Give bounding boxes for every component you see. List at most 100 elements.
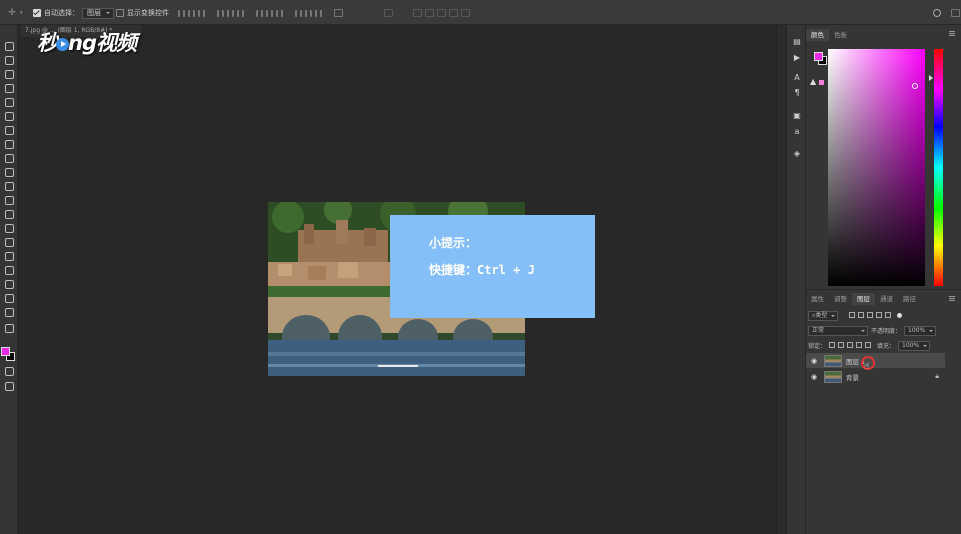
layer-row-background[interactable]: ◉ 背景 🔒︎	[806, 369, 945, 384]
healing-brush-tool-icon[interactable]	[3, 125, 14, 135]
3d-roll-icon[interactable]	[425, 9, 434, 17]
magic-wand-tool-icon[interactable]	[3, 83, 14, 93]
glyphs-panel-icon[interactable]: a	[792, 127, 802, 137]
character-panel-icon[interactable]: A	[792, 73, 802, 83]
layer-thumbnail	[824, 354, 842, 367]
search-icon[interactable]	[933, 9, 941, 17]
hue-slider[interactable]	[934, 49, 943, 286]
align-hcenter-icon[interactable]	[227, 9, 234, 17]
tab-properties[interactable]: 属性	[806, 293, 829, 305]
3d-rotate-icon[interactable]	[413, 9, 422, 17]
move-tool-icon[interactable]	[3, 41, 14, 51]
distribute-left-icon[interactable]	[295, 9, 302, 17]
layers-panel: 属性 调整 图层 通道 路径 ⌕类型 正常 不透明度： 100% 锁定： 填充：…	[806, 289, 961, 534]
brush-tool-icon[interactable]	[3, 139, 14, 149]
eyedropper-tool-icon[interactable]	[3, 111, 14, 121]
rectangle-tool-icon[interactable]	[3, 279, 14, 289]
saturation-value-picker[interactable]	[828, 49, 925, 286]
move-tool-options[interactable]: ✛ ▾	[7, 7, 23, 19]
hand-tool-icon[interactable]	[3, 293, 14, 303]
color-panel-tabs: 颜色 色板	[806, 29, 961, 41]
tab-adjustments[interactable]: 调整	[829, 293, 852, 305]
tip-overlay: 小提示： 快捷键：Ctrl + J	[390, 215, 595, 318]
path-selection-tool-icon[interactable]	[3, 265, 14, 275]
eraser-tool-icon[interactable]	[3, 181, 14, 191]
filter-adjustment-icon[interactable]	[858, 311, 865, 318]
filter-type-icon[interactable]	[867, 311, 874, 318]
panel-menu-icon[interactable]	[949, 31, 955, 36]
screen-mode-icon[interactable]	[3, 381, 14, 391]
tool-presets-icon[interactable]: ▣	[792, 111, 802, 121]
fill-input[interactable]: 100%	[898, 340, 931, 351]
color-picker-marker[interactable]	[912, 83, 918, 89]
lock-transparent-icon[interactable]	[829, 341, 836, 348]
lock-position-icon[interactable]	[847, 341, 854, 348]
quick-mask-icon[interactable]	[3, 366, 14, 376]
lock-image-icon[interactable]	[838, 341, 845, 348]
3d-panel-icon[interactable]: ◈	[792, 149, 802, 159]
lasso-tool-icon[interactable]	[3, 69, 14, 79]
filter-smart-object-icon[interactable]	[885, 311, 892, 318]
tab-layers[interactable]: 图层	[852, 293, 875, 305]
chevron-down-icon: ▾	[20, 10, 23, 16]
crop-tool-icon[interactable]	[3, 97, 14, 107]
align-left-icon[interactable]	[217, 9, 224, 17]
distribute-vcenter-icon[interactable]	[266, 9, 273, 17]
distribute-right-icon[interactable]	[315, 9, 322, 17]
layer-row-layer1[interactable]: ◉ 图层 1	[806, 353, 945, 368]
visibility-eye-icon[interactable]: ◉	[809, 357, 819, 365]
distribute-top-icon[interactable]	[256, 9, 263, 17]
gamut-warning-icon[interactable]: ▲	[810, 77, 816, 86]
filter-pixel-icon[interactable]	[849, 311, 856, 318]
type-tool-icon[interactable]	[3, 251, 14, 261]
history-brush-tool-icon[interactable]	[3, 167, 14, 177]
tab-channels[interactable]: 通道	[875, 293, 898, 305]
history-panel-icon[interactable]: ▤	[792, 37, 802, 47]
gamut-color-swatch[interactable]	[819, 80, 824, 85]
filter-toggle-icon[interactable]	[897, 313, 903, 318]
align-top-icon[interactable]	[178, 9, 185, 17]
hue-slider-handle[interactable]	[929, 75, 936, 81]
opacity-input[interactable]: 100%	[904, 325, 937, 336]
tab-swatches[interactable]: 色板	[829, 29, 852, 41]
layer-name[interactable]: 背景	[846, 372, 859, 382]
foreground-color-swatch[interactable]	[1, 347, 10, 356]
layers-panel-menu-icon[interactable]	[949, 296, 955, 301]
lock-label: 锁定：	[808, 343, 827, 350]
tab-paths[interactable]: 路径	[898, 293, 921, 305]
3d-slide-icon[interactable]	[449, 9, 458, 17]
paragraph-panel-icon[interactable]: ¶	[792, 88, 802, 98]
marquee-tool-icon[interactable]	[3, 55, 14, 65]
tab-color[interactable]: 颜色	[806, 29, 829, 41]
visibility-eye-icon[interactable]: ◉	[809, 373, 819, 381]
canvas-scrollbar[interactable]	[776, 25, 786, 534]
layer-filter-icons	[849, 311, 894, 320]
auto-select-checkbox[interactable]	[33, 9, 41, 17]
lock-artboard-icon[interactable]	[856, 341, 863, 348]
blend-mode-dropdown[interactable]: 正常	[808, 325, 868, 336]
pen-tool-icon[interactable]	[3, 237, 14, 247]
align-bottom-icon[interactable]	[198, 9, 205, 17]
actions-panel-icon[interactable]: ▶	[792, 53, 802, 63]
clone-stamp-tool-icon[interactable]	[3, 153, 14, 163]
more-tools-icon[interactable]	[3, 323, 14, 333]
distribute-hcenter-icon[interactable]	[305, 9, 312, 17]
align-vcenter-icon[interactable]	[188, 9, 195, 17]
color-foreground-swatch[interactable]	[814, 52, 823, 61]
filter-shape-icon[interactable]	[876, 311, 883, 318]
options-bar: ✛ ▾ 自动选择： 图层 显示变换控件	[0, 0, 961, 25]
show-transform-checkbox[interactable]	[116, 9, 124, 17]
lock-all-icon[interactable]	[865, 341, 872, 348]
zoom-tool-icon[interactable]	[3, 307, 14, 317]
auto-align-icon[interactable]	[334, 9, 343, 17]
blur-tool-icon[interactable]	[3, 209, 14, 219]
dodge-tool-icon[interactable]	[3, 223, 14, 233]
workspace-icon[interactable]	[951, 9, 960, 17]
distribute-bottom-icon[interactable]	[276, 9, 283, 17]
auto-select-dropdown[interactable]: 图层	[82, 7, 114, 19]
align-right-icon[interactable]	[237, 9, 244, 17]
3d-scale-icon[interactable]	[461, 9, 470, 17]
layer-filter-dropdown[interactable]: ⌕类型	[808, 310, 839, 321]
3d-pan-icon[interactable]	[437, 9, 446, 17]
gradient-tool-icon[interactable]	[3, 195, 14, 205]
